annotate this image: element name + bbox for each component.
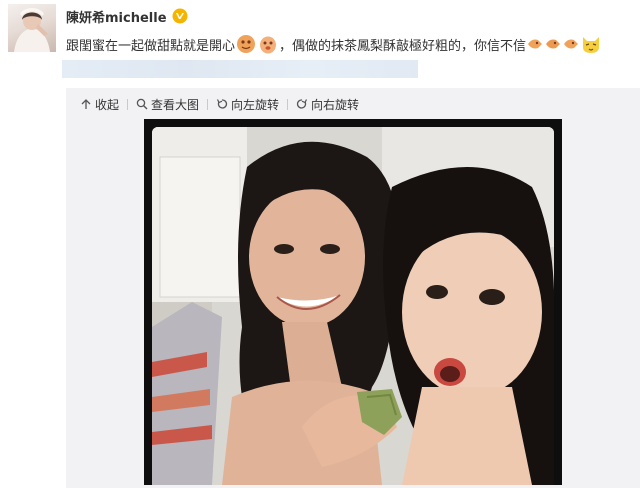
emoji-icon xyxy=(260,36,277,54)
rotate-left-icon xyxy=(216,99,228,109)
emoji-icon xyxy=(528,39,543,49)
selfie-illustration xyxy=(152,127,554,485)
rotate-right-label: 向右旋转 xyxy=(311,97,360,112)
view-large-label: 查看大图 xyxy=(151,97,200,112)
magnifier-icon xyxy=(136,98,148,110)
username-link[interactable]: 陳妍希michelle xyxy=(66,7,167,26)
rotate-left-button[interactable]: 向左旋转 xyxy=(216,96,279,113)
rotate-left-label: 向左旋转 xyxy=(231,97,280,112)
vip-badge-icon xyxy=(172,8,188,24)
rotate-right-icon xyxy=(296,99,308,109)
emoji-icon xyxy=(237,35,256,53)
blurred-text-bar xyxy=(62,60,418,78)
cat-emoji-icon xyxy=(583,37,600,53)
post-text-part2: ，偶做的抹茶鳳梨酥敲極好粗的，你信不信 xyxy=(279,38,527,54)
post-text: 跟閨蜜在一起做甜點就是開心 ，偶做的抹茶鳳梨酥敲極好粗的，你信不信 xyxy=(66,33,636,55)
toolbar-divider xyxy=(127,98,129,110)
avatar[interactable] xyxy=(8,4,56,52)
collapse-label: 收起 xyxy=(95,97,120,112)
photo-frame xyxy=(144,119,562,485)
collapse-button[interactable]: 收起 xyxy=(80,96,119,113)
post-text-part1: 跟閨蜜在一起做甜點就是開心 xyxy=(66,38,236,54)
toolbar-divider xyxy=(207,98,209,110)
post-photo[interactable] xyxy=(152,127,554,485)
collapse-icon xyxy=(81,99,91,109)
emoji-icon xyxy=(564,39,579,49)
rotate-right-button[interactable]: 向右旋转 xyxy=(296,96,359,113)
emoji-icon xyxy=(546,39,561,49)
view-large-button[interactable]: 查看大图 xyxy=(136,96,199,113)
media-toolbar: 收起 查看大图 向左旋转 向右旋转 xyxy=(80,96,359,112)
toolbar-divider xyxy=(287,98,289,110)
